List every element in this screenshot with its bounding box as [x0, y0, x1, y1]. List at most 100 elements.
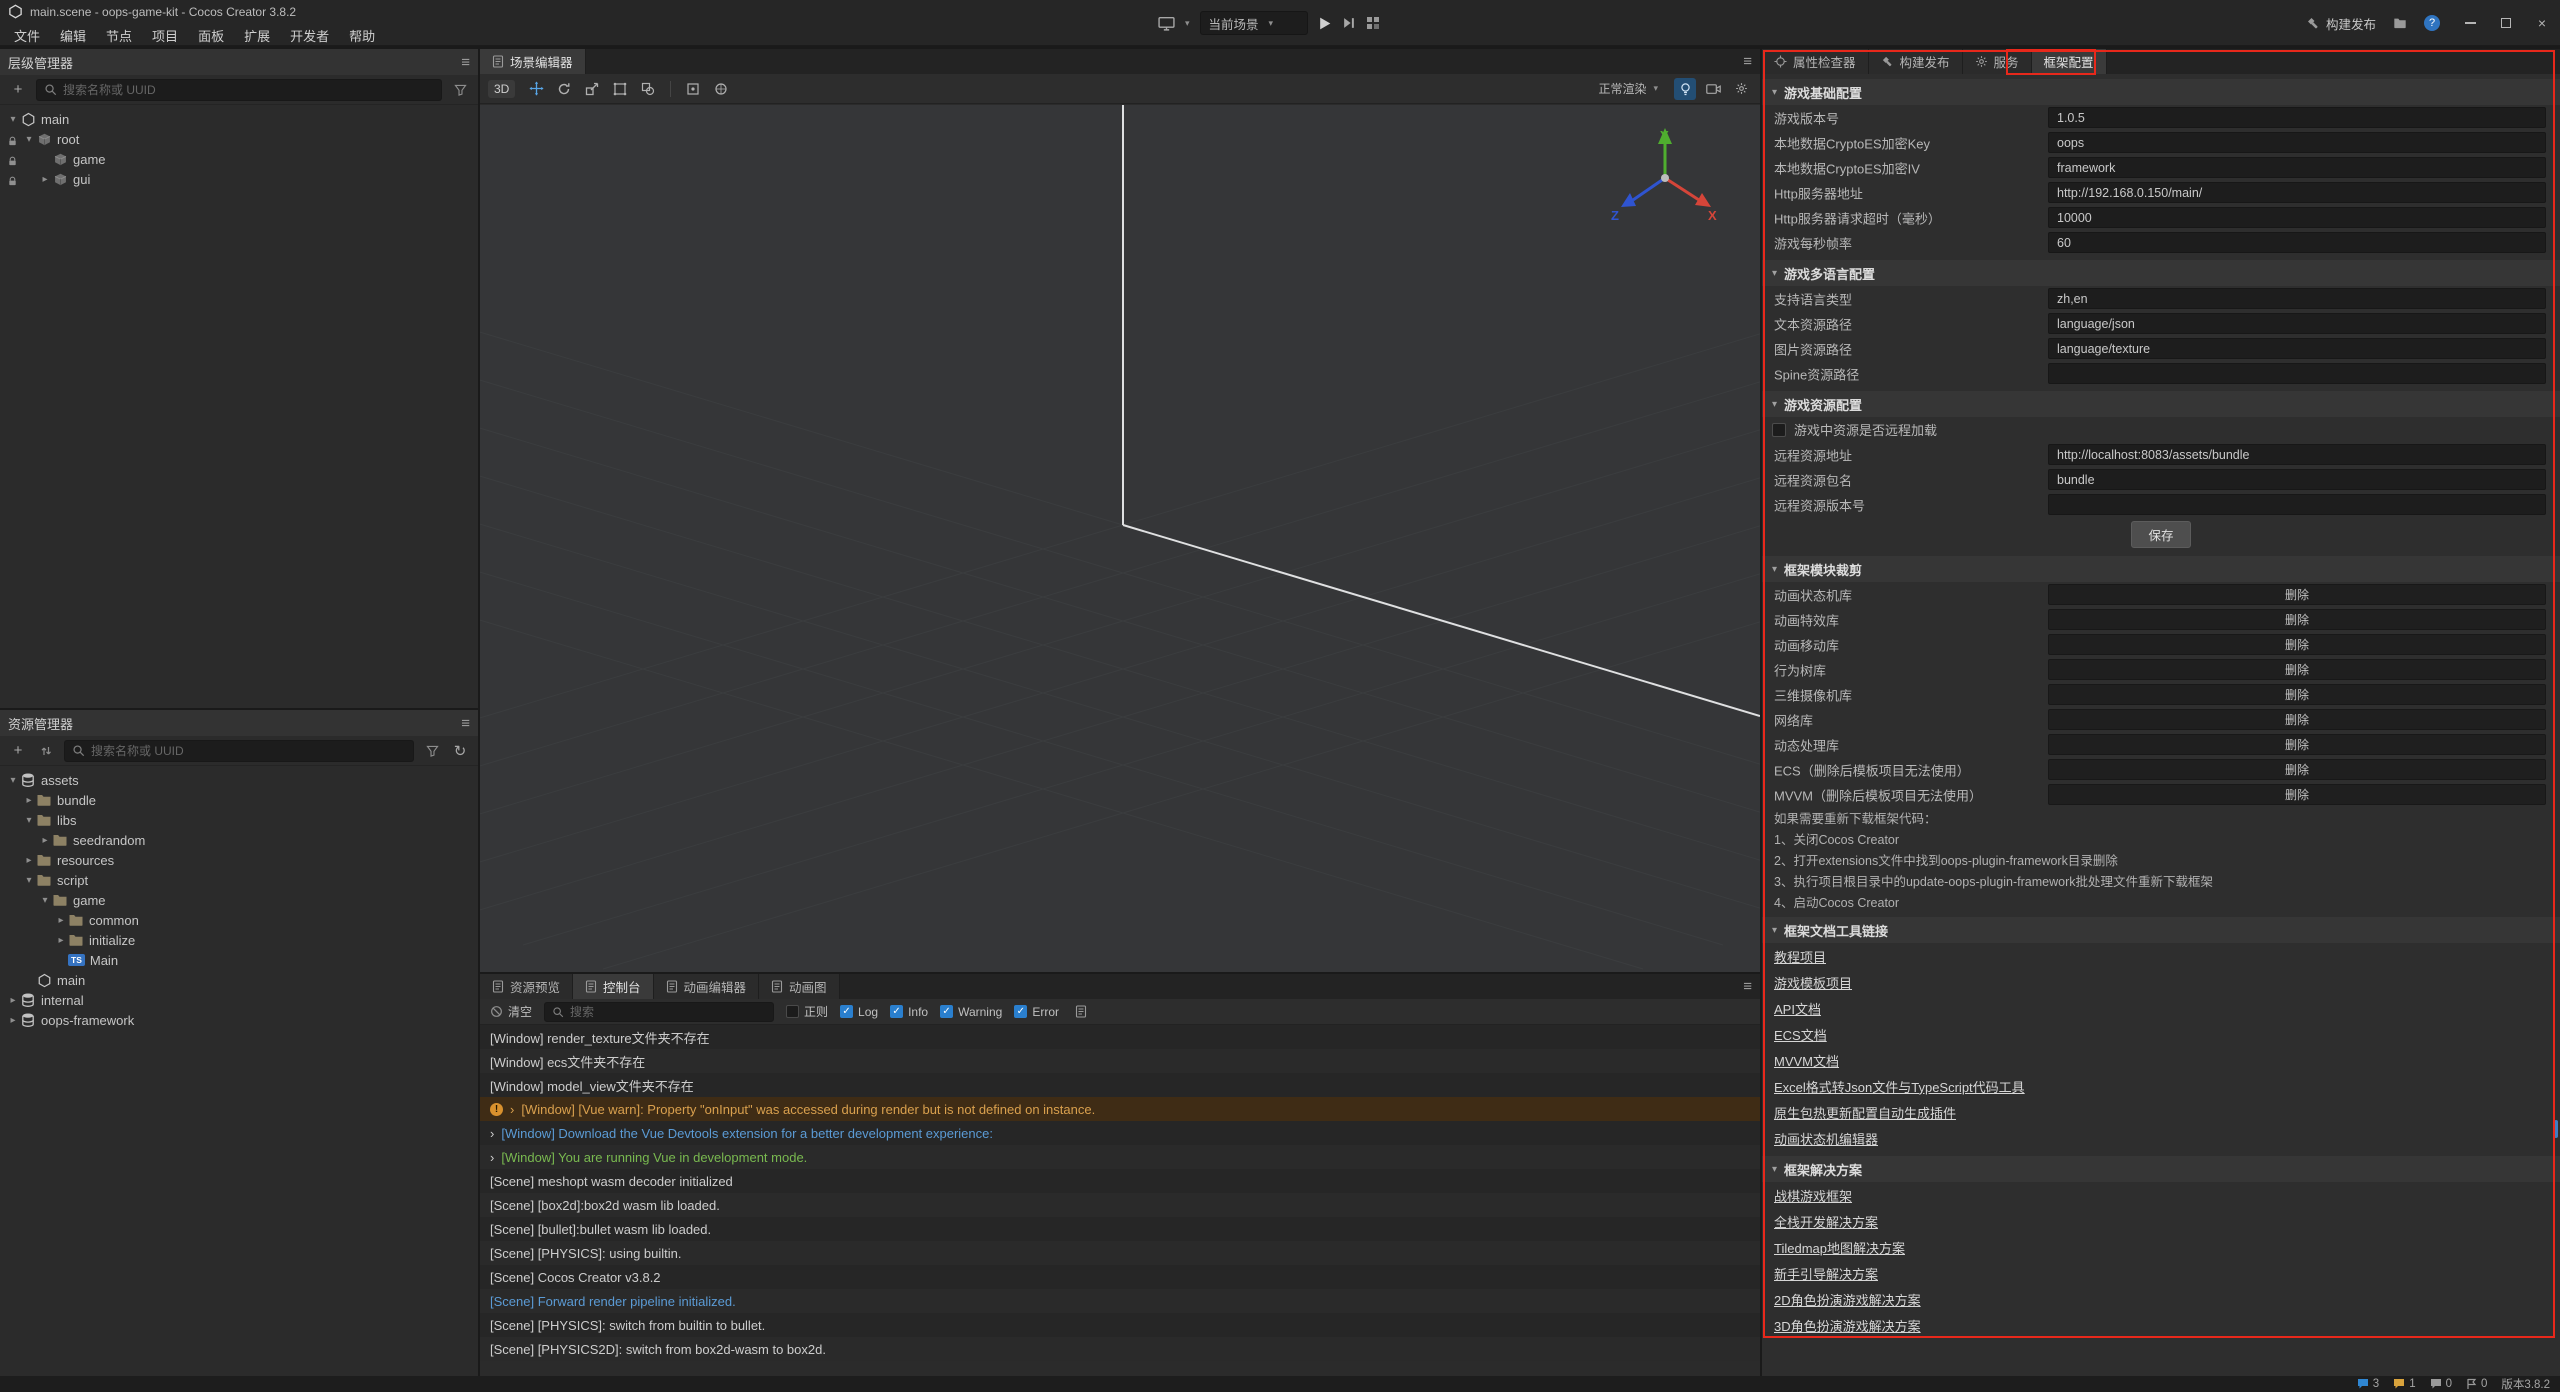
tree-expand-icon[interactable]: ▸ [22, 855, 36, 866]
delete-module-button[interactable]: 删除 [2048, 759, 2546, 780]
log-row[interactable]: [Scene] Forward render pipeline initiali… [480, 1289, 1760, 1313]
log-row[interactable]: [Window] model_view文件夹不存在 [480, 1073, 1760, 1097]
inspector-tab-2[interactable]: 服务 [1963, 49, 2032, 74]
panel-menu-icon[interactable]: ≡ [461, 715, 470, 732]
tree-row-Main[interactable]: TSMain [0, 950, 478, 970]
regex-toggle[interactable]: ✓ 正则 [786, 1003, 828, 1020]
doc-link[interactable]: 动画状态机编辑器 [1774, 1129, 1878, 1148]
minimize-button[interactable] [2452, 0, 2488, 46]
hierarchy-searchbox[interactable] [36, 79, 442, 101]
scrollbar-thumb[interactable] [2554, 1120, 2558, 1138]
menu-item-0[interactable]: 文件 [4, 24, 50, 47]
preview-target-caret-icon[interactable]: ▾ [1185, 18, 1190, 29]
close-button[interactable]: × [2524, 0, 2560, 46]
build-publish-button[interactable]: 构建发布 [2306, 14, 2376, 33]
step-button[interactable] [1342, 16, 1356, 30]
expand-arrow-icon[interactable]: › [510, 1102, 514, 1117]
doc-link[interactable]: 3D角色扮演游戏解决方案 [1774, 1316, 1921, 1335]
field-input[interactable] [2048, 444, 2546, 465]
log-row[interactable]: [Scene] [PHYSICS]: using builtin. [480, 1241, 1760, 1265]
scale-tool-icon[interactable] [581, 78, 603, 100]
tree-expand-icon[interactable]: ▾ [22, 875, 36, 886]
field-input[interactable] [2048, 494, 2546, 515]
field-input[interactable] [2048, 232, 2546, 253]
tab-scene-editor[interactable]: 场景编辑器 [480, 49, 586, 74]
tree-row-resources[interactable]: ▸resources [0, 850, 478, 870]
tree-expand-icon[interactable]: ▾ [22, 815, 36, 826]
rotate-tool-icon[interactable] [553, 78, 575, 100]
mode-3d-toggle[interactable]: 3D [488, 80, 515, 98]
menu-item-2[interactable]: 节点 [96, 24, 142, 47]
filter-info[interactable]: ✓Info [890, 1005, 928, 1019]
section-header-0[interactable]: ▾游戏基础配置 [1762, 79, 2560, 105]
inspector-tab-1[interactable]: 构建发布 [1869, 49, 1963, 74]
doc-link[interactable]: 教程项目 [1774, 947, 1826, 966]
tree-row-bundle[interactable]: ▸bundle [0, 790, 478, 810]
log-row[interactable]: [Scene] Cocos Creator v3.8.2 [480, 1265, 1760, 1289]
move-tool-icon[interactable] [525, 78, 547, 100]
tree-row-root[interactable]: ▾root [0, 129, 478, 149]
tree-row-main[interactable]: main [0, 970, 478, 990]
tree-expand-icon[interactable]: ▸ [38, 835, 52, 846]
notification-count[interactable]: 0 [2466, 1378, 2487, 1390]
field-input[interactable] [2048, 132, 2546, 153]
doc-link[interactable]: API文档 [1774, 999, 1821, 1018]
hierarchy-search-input[interactable] [63, 83, 434, 97]
field-input[interactable] [2048, 288, 2546, 309]
field-input[interactable] [2048, 313, 2546, 334]
sort-icon[interactable] [36, 741, 56, 761]
log-row[interactable]: [Scene] [PHYSICS2D]: switch from box2d-w… [480, 1337, 1760, 1361]
filter-log[interactable]: ✓Log [840, 1005, 878, 1019]
console-search-input[interactable] [570, 1005, 766, 1019]
delete-module-button[interactable]: 删除 [2048, 709, 2546, 730]
filter-icon[interactable] [422, 741, 442, 761]
doc-link[interactable]: 战棋游戏框架 [1774, 1186, 1852, 1205]
console-tab-2[interactable]: 动画编辑器 [654, 974, 760, 999]
tree-expand-icon[interactable]: ▸ [6, 1015, 20, 1026]
panel-menu-icon[interactable]: ≡ [1743, 978, 1752, 995]
log-row[interactable]: [Window] render_texture文件夹不存在 [480, 1025, 1760, 1049]
tree-row-common[interactable]: ▸common [0, 910, 478, 930]
delete-module-button[interactable]: 删除 [2048, 659, 2546, 680]
field-input[interactable] [2048, 157, 2546, 178]
help-icon[interactable]: ? [2424, 15, 2440, 31]
doc-link[interactable]: MVVM文档 [1774, 1051, 1839, 1070]
tree-row-script[interactable]: ▾script [0, 870, 478, 890]
doc-link[interactable]: 新手引导解决方案 [1774, 1264, 1878, 1283]
log-row[interactable]: [Scene] [PHYSICS]: switch from builtin t… [480, 1313, 1760, 1337]
inspector-tab-0[interactable]: 属性检查器 [1762, 49, 1869, 74]
menu-item-3[interactable]: 项目 [142, 24, 188, 47]
filter-error[interactable]: ✓Error [1014, 1005, 1059, 1019]
tree-row-internal[interactable]: ▸internal [0, 990, 478, 1010]
checkbox-unchecked-icon[interactable] [1772, 423, 1786, 437]
filter-warning[interactable]: ✓Warning [940, 1005, 1002, 1019]
coordinate-mode-icon[interactable] [710, 78, 732, 100]
menu-item-1[interactable]: 编辑 [50, 24, 96, 47]
tree-expand-icon[interactable]: ▾ [38, 895, 52, 906]
refresh-icon[interactable]: ↻ [450, 741, 470, 761]
lock-icon[interactable] [4, 153, 20, 169]
preview-target-icon[interactable] [1158, 16, 1175, 31]
warning-count[interactable]: 1 [2393, 1378, 2415, 1390]
log-row[interactable]: [Scene] meshopt wasm decoder initialized [480, 1169, 1760, 1193]
doc-link[interactable]: 游戏模板项目 [1774, 973, 1852, 992]
maximize-button[interactable] [2488, 0, 2524, 46]
play-button[interactable] [1318, 16, 1332, 31]
tree-expand-icon[interactable]: ▸ [54, 935, 68, 946]
log-row[interactable]: ›[Window] You are running Vue in develop… [480, 1145, 1760, 1169]
tree-row-main[interactable]: ▾main [0, 109, 478, 129]
console-searchbox[interactable] [544, 1002, 774, 1022]
field-input[interactable] [2048, 207, 2546, 228]
delete-module-button[interactable]: 删除 [2048, 609, 2546, 630]
doc-link[interactable]: 全栈开发解决方案 [1774, 1212, 1878, 1231]
field-input[interactable] [2048, 338, 2546, 359]
doc-link[interactable]: Excel格式转Json文件与TypeScript代码工具 [1774, 1077, 2025, 1096]
delete-module-button[interactable]: 删除 [2048, 734, 2546, 755]
scene-settings-gear-icon[interactable] [1730, 78, 1752, 100]
message-count[interactable]: 3 [2357, 1378, 2379, 1390]
panel-menu-icon[interactable]: ≡ [461, 54, 470, 71]
field-input[interactable] [2048, 182, 2546, 203]
delete-module-button[interactable]: 删除 [2048, 784, 2546, 805]
axis-gizmo[interactable]: Y X Z [1605, 120, 1725, 230]
expand-arrow-icon[interactable]: › [490, 1150, 494, 1165]
